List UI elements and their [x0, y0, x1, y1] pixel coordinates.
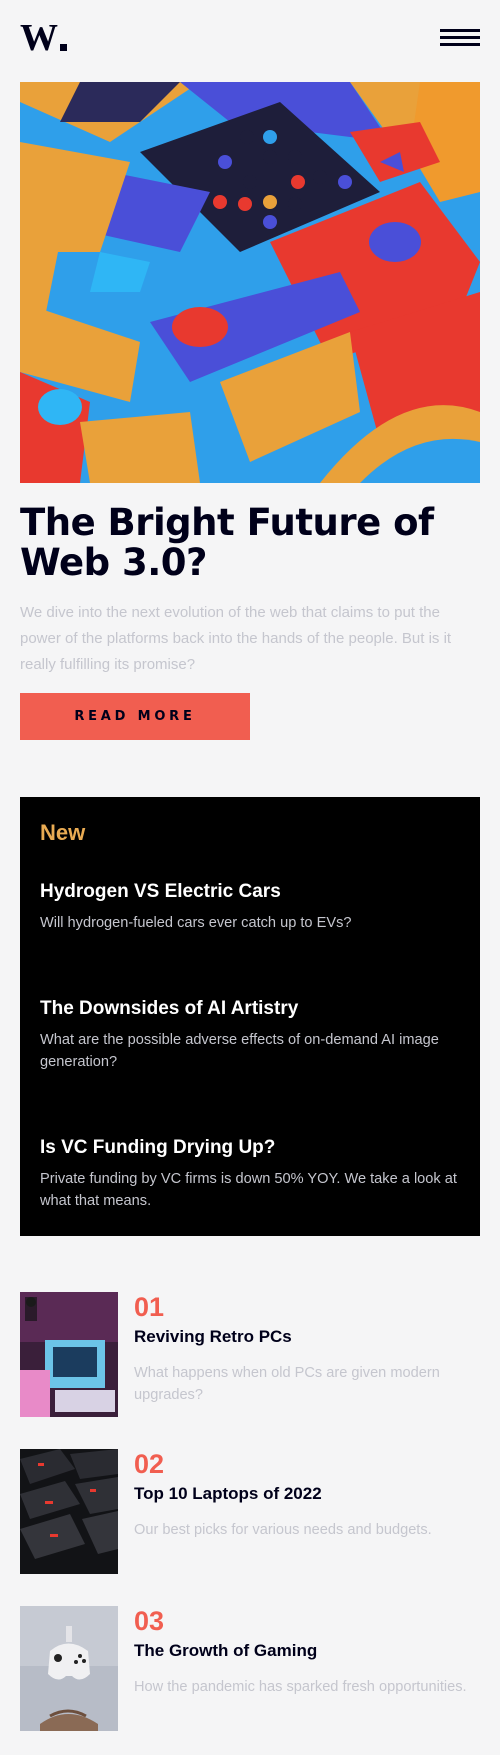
laptop-keyboard-image[interactable] — [20, 1449, 118, 1574]
new-article-item[interactable]: Hydrogen VS Electric Cars Will hydrogen-… — [40, 880, 460, 934]
article-description: Our best picks for various needs and bud… — [134, 1522, 432, 1538]
trending-article[interactable]: 02 Top 10 Laptops of 2022 Our best picks… — [20, 1449, 480, 1574]
abstract-3d-blocks-illustration — [20, 82, 480, 483]
article-number: 03 — [134, 1606, 165, 1636]
article-headline[interactable]: The Bright Future of Web 3.0? — [20, 503, 480, 583]
article-title[interactable]: Reviving Retro PCs — [134, 1326, 292, 1348]
site-logo[interactable]: W — [20, 22, 72, 54]
svg-text:W: W — [20, 22, 58, 54]
new-article-item[interactable]: The Downsides of AI Artistry What are th… — [40, 997, 460, 1073]
new-article-description: Will hydrogen-fueled cars ever catch up … — [40, 915, 352, 931]
read-more-button[interactable]: READ MORE — [20, 693, 250, 740]
trending-article[interactable]: 03 The Growth of Gaming How the pandemic… — [20, 1606, 480, 1731]
new-article-title[interactable]: Hydrogen VS Electric Cars — [40, 880, 460, 904]
trending-article[interactable]: 01 Reviving Retro PCs What happens when … — [20, 1292, 480, 1417]
article-description: What happens when old PCs are given mode… — [134, 1365, 440, 1403]
hamburger-menu-icon[interactable] — [440, 29, 480, 47]
site-header: W — [20, 22, 480, 54]
article-description: We dive into the next evolution of the w… — [20, 604, 452, 673]
new-section-heading: New — [40, 820, 86, 845]
retro-pc-image[interactable] — [20, 1292, 118, 1417]
article-number: 01 — [134, 1292, 165, 1322]
new-article-description: What are the possible adverse effects of… — [40, 1032, 439, 1070]
article-title[interactable]: The Growth of Gaming — [134, 1640, 317, 1662]
article-title[interactable]: Top 10 Laptops of 2022 — [134, 1483, 322, 1505]
new-article-title[interactable]: The Downsides of AI Artistry — [40, 997, 460, 1021]
new-articles-panel: New Hydrogen VS Electric Cars Will hydro… — [20, 797, 480, 1236]
article-description: How the pandemic has sparked fresh oppor… — [134, 1679, 467, 1695]
new-article-description: Private funding by VC firms is down 50% … — [40, 1171, 457, 1209]
game-controller-image[interactable] — [20, 1606, 118, 1731]
new-article-item[interactable]: Is VC Funding Drying Up? Private funding… — [40, 1136, 460, 1212]
article-number: 02 — [134, 1449, 165, 1479]
new-article-title[interactable]: Is VC Funding Drying Up? — [40, 1136, 460, 1160]
hero-image — [20, 82, 480, 483]
